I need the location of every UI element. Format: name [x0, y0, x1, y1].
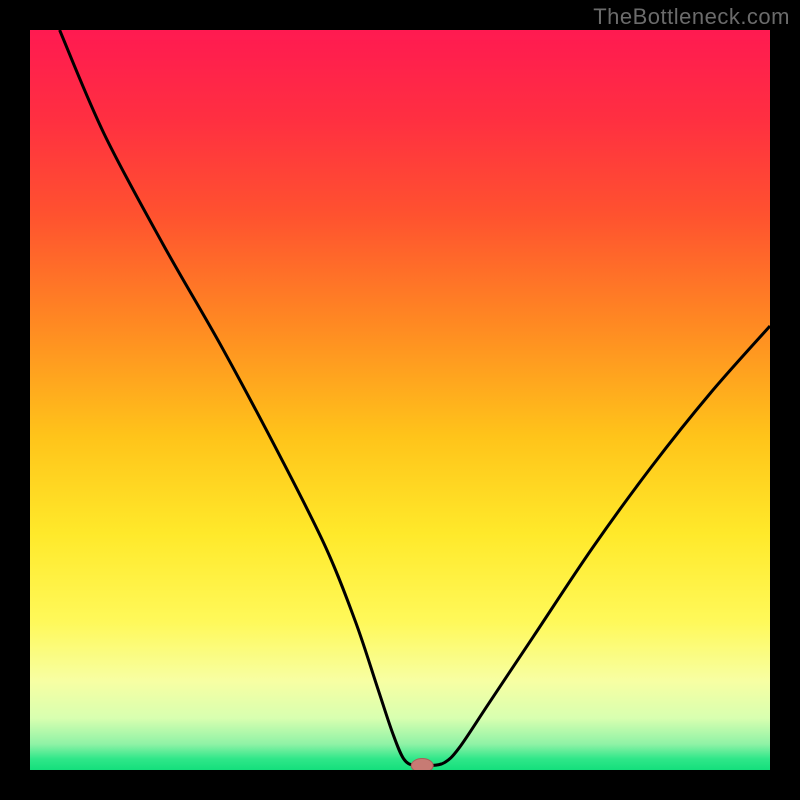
bottleneck-chart	[30, 30, 770, 770]
focus-marker	[411, 759, 433, 770]
gradient-background	[30, 30, 770, 770]
watermark-text: TheBottleneck.com	[593, 4, 790, 30]
chart-frame: TheBottleneck.com	[0, 0, 800, 800]
plot-area	[30, 30, 770, 770]
